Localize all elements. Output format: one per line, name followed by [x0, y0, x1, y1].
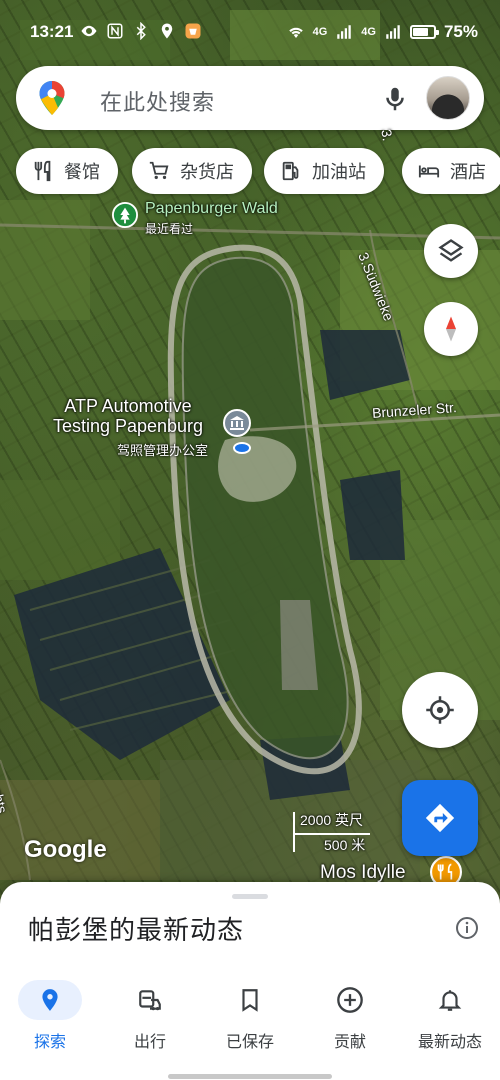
- location-marker: [233, 442, 251, 454]
- gas-station-icon: [282, 161, 299, 181]
- sheet-title: 帕彭堡的最新动态: [28, 916, 245, 946]
- bottom-sheet[interactable]: 帕彭堡的最新动态 探索 出行 已保存 贡献 最新动态: [0, 882, 500, 1080]
- microphone-icon[interactable]: [380, 84, 410, 114]
- layers-icon: [438, 239, 464, 262]
- chip-hotels[interactable]: 酒店: [402, 148, 500, 194]
- category-chips: 餐馆 杂货店 加油站 酒店: [16, 148, 500, 196]
- government-building-icon: [223, 409, 251, 437]
- chip-groceries[interactable]: 杂货店: [132, 148, 252, 194]
- commute-car-icon: [118, 980, 182, 1020]
- nav-label: 贡献: [333, 1032, 366, 1051]
- eye-icon: [81, 25, 97, 37]
- search-bar[interactable]: 在此处搜索: [16, 66, 484, 130]
- poi-name: Papenburger Wald: [145, 200, 278, 217]
- poi-papenburger-wald[interactable]: Papenburger Wald 最近看过: [112, 200, 312, 240]
- info-icon[interactable]: [455, 916, 479, 940]
- signal-bars-icon: [337, 25, 352, 39]
- bell-icon: [418, 980, 482, 1020]
- nav-label: 探索: [33, 1032, 66, 1051]
- nav-commute[interactable]: 出行: [100, 976, 200, 1056]
- hotel-bed-icon: [418, 165, 440, 178]
- signal-bars-icon: [386, 25, 400, 39]
- directions-button[interactable]: [402, 780, 478, 856]
- status-time: 13:21: [30, 22, 74, 41]
- drag-handle[interactable]: [232, 894, 268, 899]
- chip-gas-stations[interactable]: 加油站: [264, 148, 384, 194]
- my-location-button[interactable]: [402, 672, 478, 748]
- scale-feet: 2000 英尺: [300, 812, 364, 828]
- app-notification-icon: [185, 23, 201, 39]
- park-icon: [112, 202, 138, 228]
- nav-label: 出行: [133, 1032, 166, 1051]
- signal-2-label: 4G: [361, 26, 376, 38]
- poi-subtitle: 最近看过: [145, 222, 194, 236]
- add-circle-icon: [318, 980, 382, 1020]
- road-label-top: 3.: [378, 128, 397, 143]
- wifi-icon: [288, 27, 303, 38]
- directions-icon: [425, 803, 455, 833]
- layers-button[interactable]: [424, 224, 478, 278]
- bottom-nav: 探索 出行 已保存 贡献 最新动态: [0, 976, 500, 1056]
- google-attribution: Google: [24, 836, 107, 863]
- poi-atp-testing[interactable]: ATP Automotive Testing Papenburg 驾照管理办公室: [40, 396, 270, 466]
- poi-subtitle: 驾照管理办公室: [117, 443, 209, 458]
- battery-percent: 75%: [443, 22, 478, 41]
- nav-saved[interactable]: 已保存: [200, 976, 300, 1056]
- chip-label: 餐馆: [64, 162, 100, 183]
- nav-contribute[interactable]: 贡献: [300, 976, 400, 1056]
- avatar[interactable]: [426, 76, 470, 120]
- bookmark-icon: [218, 980, 282, 1020]
- compass-button[interactable]: [424, 302, 478, 356]
- nav-label: 最新动态: [417, 1032, 482, 1051]
- chip-restaurants[interactable]: 餐馆: [16, 148, 118, 194]
- nav-explore[interactable]: 探索: [0, 976, 100, 1056]
- battery-icon: [409, 25, 439, 39]
- restaurant-icon: [34, 160, 51, 182]
- search-input[interactable]: 在此处搜索: [100, 85, 215, 117]
- google-maps-pin-icon: [39, 81, 65, 115]
- chip-label: 加油站: [312, 162, 366, 183]
- nav-label: 已保存: [225, 1032, 274, 1051]
- scale-meters: 500 米: [324, 837, 366, 853]
- map-scale: 2000 英尺 500 米: [292, 808, 372, 854]
- nfc-icon: [107, 23, 123, 39]
- chip-label: 杂货店: [180, 162, 234, 183]
- shopping-cart-icon: [149, 161, 169, 180]
- location-icon: [161, 23, 173, 39]
- poi-name: Mos Idylle: [320, 862, 406, 883]
- compass-icon: [446, 316, 456, 342]
- poi-name: ATP Automotive Testing Papenburg: [52, 396, 204, 436]
- chip-label: 酒店: [450, 162, 486, 183]
- status-bar: 13:21 4G 4G 75%: [0, 0, 500, 66]
- bluetooth-icon: [136, 22, 146, 40]
- crosshair-icon: [426, 696, 454, 724]
- gesture-bar[interactable]: [168, 1074, 332, 1079]
- signal-1-label: 4G: [312, 26, 328, 38]
- explore-pin-icon: [18, 980, 82, 1020]
- nav-updates[interactable]: 最新动态: [400, 976, 500, 1056]
